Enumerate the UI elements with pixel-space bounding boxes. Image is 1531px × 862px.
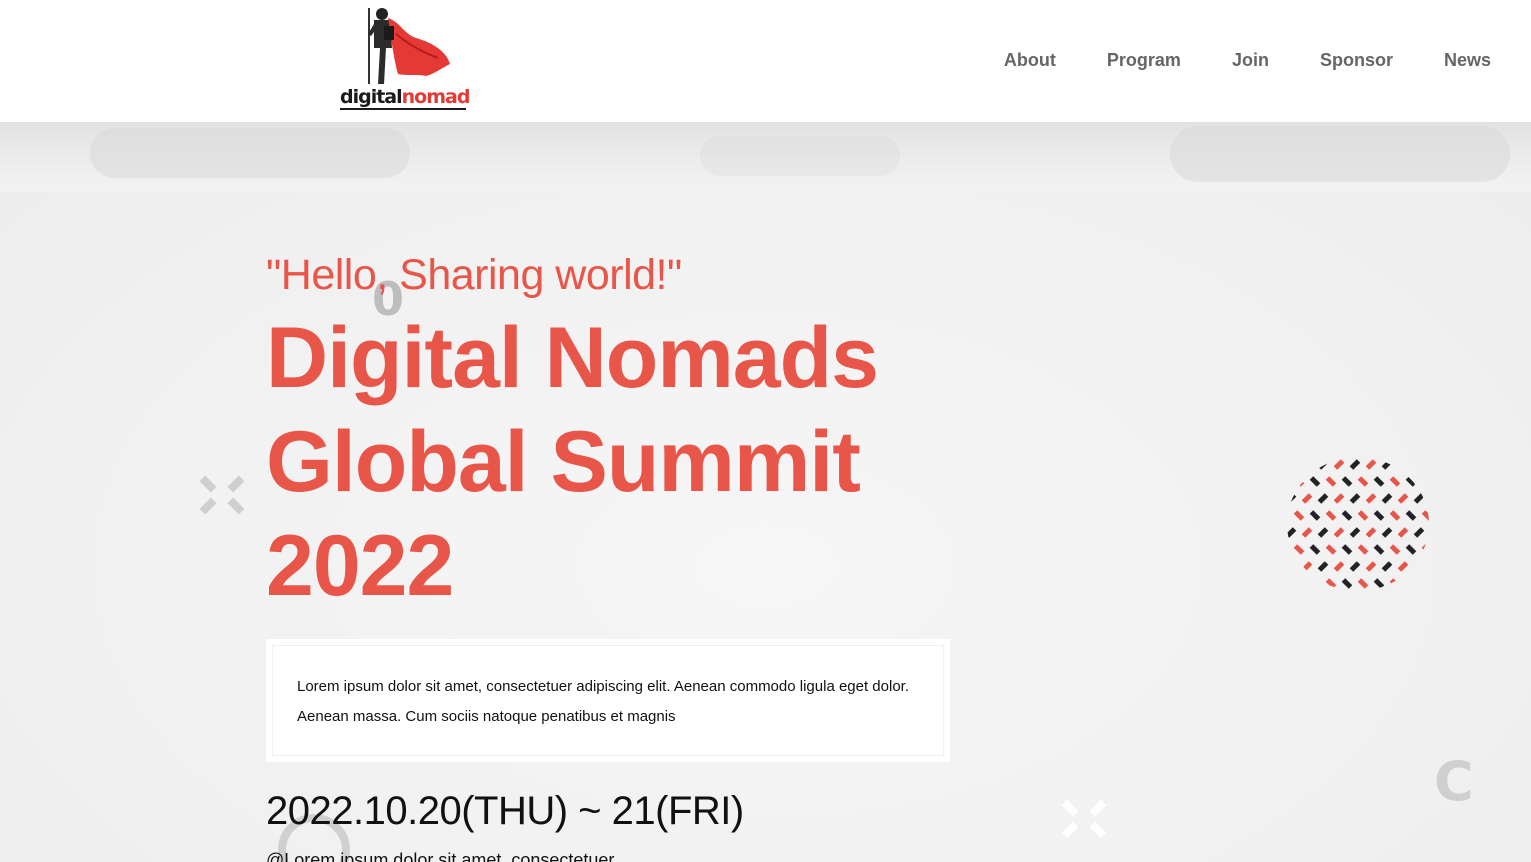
hero-background-band <box>0 122 1531 192</box>
nav-program[interactable]: Program <box>1107 48 1181 72</box>
digital-nomad-logo[interactable]: digitalnomad <box>338 4 470 112</box>
title-line-3: 2022 <box>266 518 454 614</box>
title-line-1: Digital Nomads <box>266 310 879 406</box>
cross-shape-icon <box>1062 799 1106 839</box>
nav-news[interactable]: News <box>1444 48 1491 72</box>
logo-underline <box>340 108 466 110</box>
letter-c-icon: C <box>1434 750 1474 813</box>
event-venue: @Lorem ipsum dolor sit amet, consectetue… <box>266 850 615 862</box>
description-text: Lorem ipsum dolor sit amet, consectetuer… <box>297 672 937 732</box>
description-line-2: Aenean massa. Cum sociis natoque penatib… <box>297 708 676 725</box>
header: digitalnomad About Program Join Sponsor … <box>0 0 1531 122</box>
hero-section: 0 C "Hello, Sharing world!" Digital Noma… <box>0 122 1531 862</box>
pattern-circle-icon <box>1287 459 1429 589</box>
logo-wordmark: digitalnomad <box>340 86 470 108</box>
hero-tagline: "Hello, Sharing world!" <box>266 251 682 299</box>
nav-about[interactable]: About <box>1004 48 1056 72</box>
description-box: Lorem ipsum dolor sit amet, consectetuer… <box>266 639 950 762</box>
description-line-1: Lorem ipsum dolor sit amet, consectetuer… <box>297 678 910 695</box>
nav-sponsor[interactable]: Sponsor <box>1320 48 1393 72</box>
event-date: 2022.10.20(THU) ~ 21(FRI) <box>266 789 744 833</box>
main-nav: About Program Join Sponsor News <box>953 48 1491 72</box>
nav-join[interactable]: Join <box>1232 48 1269 72</box>
cross-shape-icon <box>200 475 244 515</box>
hero-title: Digital Nomads Global Summit 2022 <box>266 306 966 618</box>
title-line-2: Global Summit <box>266 414 861 510</box>
